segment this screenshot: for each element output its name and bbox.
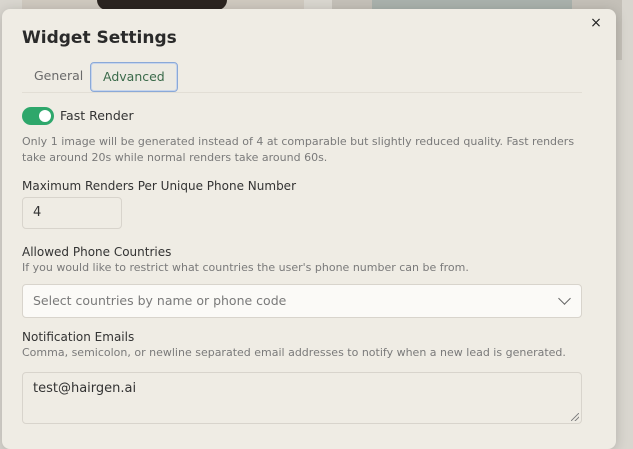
countries-select-placeholder: Select countries by name or phone code — [33, 293, 287, 308]
notification-emails-value: test@hairgen.ai — [33, 381, 137, 396]
widget-settings-dialog: × Widget Settings General Advanced Fast … — [2, 9, 616, 449]
resize-handle-icon[interactable] — [571, 413, 579, 421]
tab-general[interactable]: General — [22, 62, 95, 90]
max-renders-input[interactable]: 4 — [22, 197, 122, 229]
fast-render-toggle[interactable] — [22, 107, 54, 125]
close-icon[interactable]: × — [588, 15, 604, 31]
max-renders-label: Maximum Renders Per Unique Phone Number — [22, 179, 297, 193]
countries-select[interactable]: Select countries by name or phone code — [22, 284, 582, 318]
notification-emails-label: Notification Emails — [22, 330, 135, 344]
notification-emails-textarea[interactable]: test@hairgen.ai — [22, 372, 582, 424]
chevron-down-icon — [558, 292, 571, 305]
toggle-knob — [39, 110, 51, 122]
allowed-countries-help: If you would like to restrict what count… — [22, 261, 469, 274]
fast-render-label: Fast Render — [60, 108, 134, 123]
fast-render-help: Only 1 image will be generated instead o… — [22, 135, 575, 164]
dialog-title: Widget Settings — [22, 28, 177, 48]
tab-advanced[interactable]: Advanced — [90, 62, 178, 92]
allowed-countries-label: Allowed Phone Countries — [22, 245, 172, 259]
settings-tabs: General Advanced — [22, 62, 582, 93]
notification-emails-help: Comma, semicolon, or newline separated e… — [22, 346, 566, 359]
